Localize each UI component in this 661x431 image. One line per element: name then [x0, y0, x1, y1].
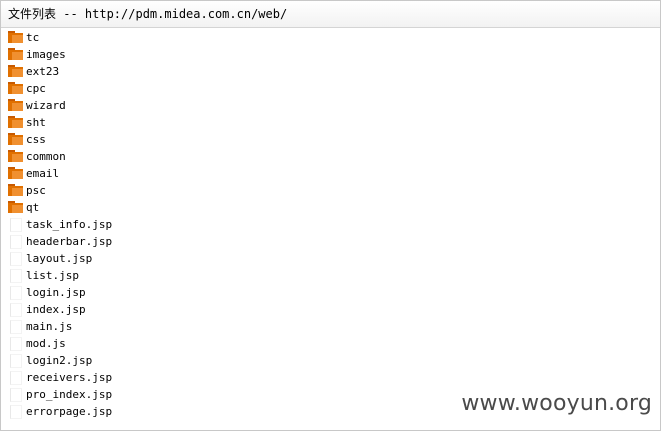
file-name: errorpage.jsp: [26, 405, 113, 418]
folder-name: tc: [26, 31, 40, 44]
file-icon: [10, 371, 22, 385]
folder-name: email: [26, 167, 60, 180]
file-name: login2.jsp: [26, 354, 93, 367]
folder-icon: [8, 184, 24, 197]
folder-item[interactable]: tc: [1, 29, 660, 46]
file-icon: [10, 320, 22, 334]
file-list: tc images ext23 cpc wizard sht css commo…: [1, 28, 660, 420]
folder-item[interactable]: cpc: [1, 80, 660, 97]
file-item[interactable]: login.jsp: [1, 284, 660, 301]
file-name: headerbar.jsp: [26, 235, 113, 248]
folder-name: common: [26, 150, 66, 163]
folder-item[interactable]: ext23: [1, 63, 660, 80]
file-item[interactable]: main.js: [1, 318, 660, 335]
folder-item[interactable]: sht: [1, 114, 660, 131]
folder-item[interactable]: common: [1, 148, 660, 165]
file-item[interactable]: index.jsp: [1, 301, 660, 318]
file-item[interactable]: receivers.jsp: [1, 369, 660, 386]
folder-name: css: [26, 133, 46, 146]
folder-icon: [8, 99, 24, 112]
folder-name: qt: [26, 201, 40, 214]
folder-icon: [8, 31, 24, 44]
folder-item[interactable]: email: [1, 165, 660, 182]
file-item[interactable]: layout.jsp: [1, 250, 660, 267]
folder-item[interactable]: qt: [1, 199, 660, 216]
file-name: pro_index.jsp: [26, 388, 113, 401]
file-icon: [10, 303, 22, 317]
file-icon: [10, 235, 22, 249]
file-name: index.jsp: [26, 303, 86, 316]
folder-icon: [8, 150, 24, 163]
file-name: mod.js: [26, 337, 66, 350]
file-list-window: 文件列表 -- http://pdm.midea.com.cn/web/ tc …: [0, 0, 661, 431]
file-name: login.jsp: [26, 286, 86, 299]
file-item[interactable]: login2.jsp: [1, 352, 660, 369]
page-title: 文件列表 -- http://pdm.midea.com.cn/web/: [1, 1, 660, 28]
file-icon: [10, 286, 22, 300]
file-name: task_info.jsp: [26, 218, 113, 231]
folder-icon: [8, 201, 24, 214]
file-icon: [10, 269, 22, 283]
folder-icon: [8, 65, 24, 78]
file-item[interactable]: headerbar.jsp: [1, 233, 660, 250]
folder-name: sht: [26, 116, 46, 129]
file-icon: [10, 218, 22, 232]
file-icon: [10, 252, 22, 266]
folder-item[interactable]: css: [1, 131, 660, 148]
folder-icon: [8, 133, 24, 146]
folder-item[interactable]: wizard: [1, 97, 660, 114]
watermark: www.wooyun.org: [461, 391, 652, 416]
file-name: layout.jsp: [26, 252, 93, 265]
folder-name: wizard: [26, 99, 66, 112]
folder-icon: [8, 167, 24, 180]
folder-name: cpc: [26, 82, 46, 95]
folder-icon: [8, 82, 24, 95]
folder-name: ext23: [26, 65, 60, 78]
file-icon: [10, 354, 22, 368]
file-icon: [10, 337, 22, 351]
file-item[interactable]: list.jsp: [1, 267, 660, 284]
file-icon: [10, 405, 22, 419]
folder-item[interactable]: images: [1, 46, 660, 63]
file-item[interactable]: mod.js: [1, 335, 660, 352]
file-name: main.js: [26, 320, 73, 333]
file-name: list.jsp: [26, 269, 79, 282]
file-name: receivers.jsp: [26, 371, 113, 384]
folder-icon: [8, 116, 24, 129]
file-icon: [10, 388, 22, 402]
file-item[interactable]: task_info.jsp: [1, 216, 660, 233]
folder-item[interactable]: psc: [1, 182, 660, 199]
folder-name: images: [26, 48, 66, 61]
folder-icon: [8, 48, 24, 61]
folder-name: psc: [26, 184, 46, 197]
